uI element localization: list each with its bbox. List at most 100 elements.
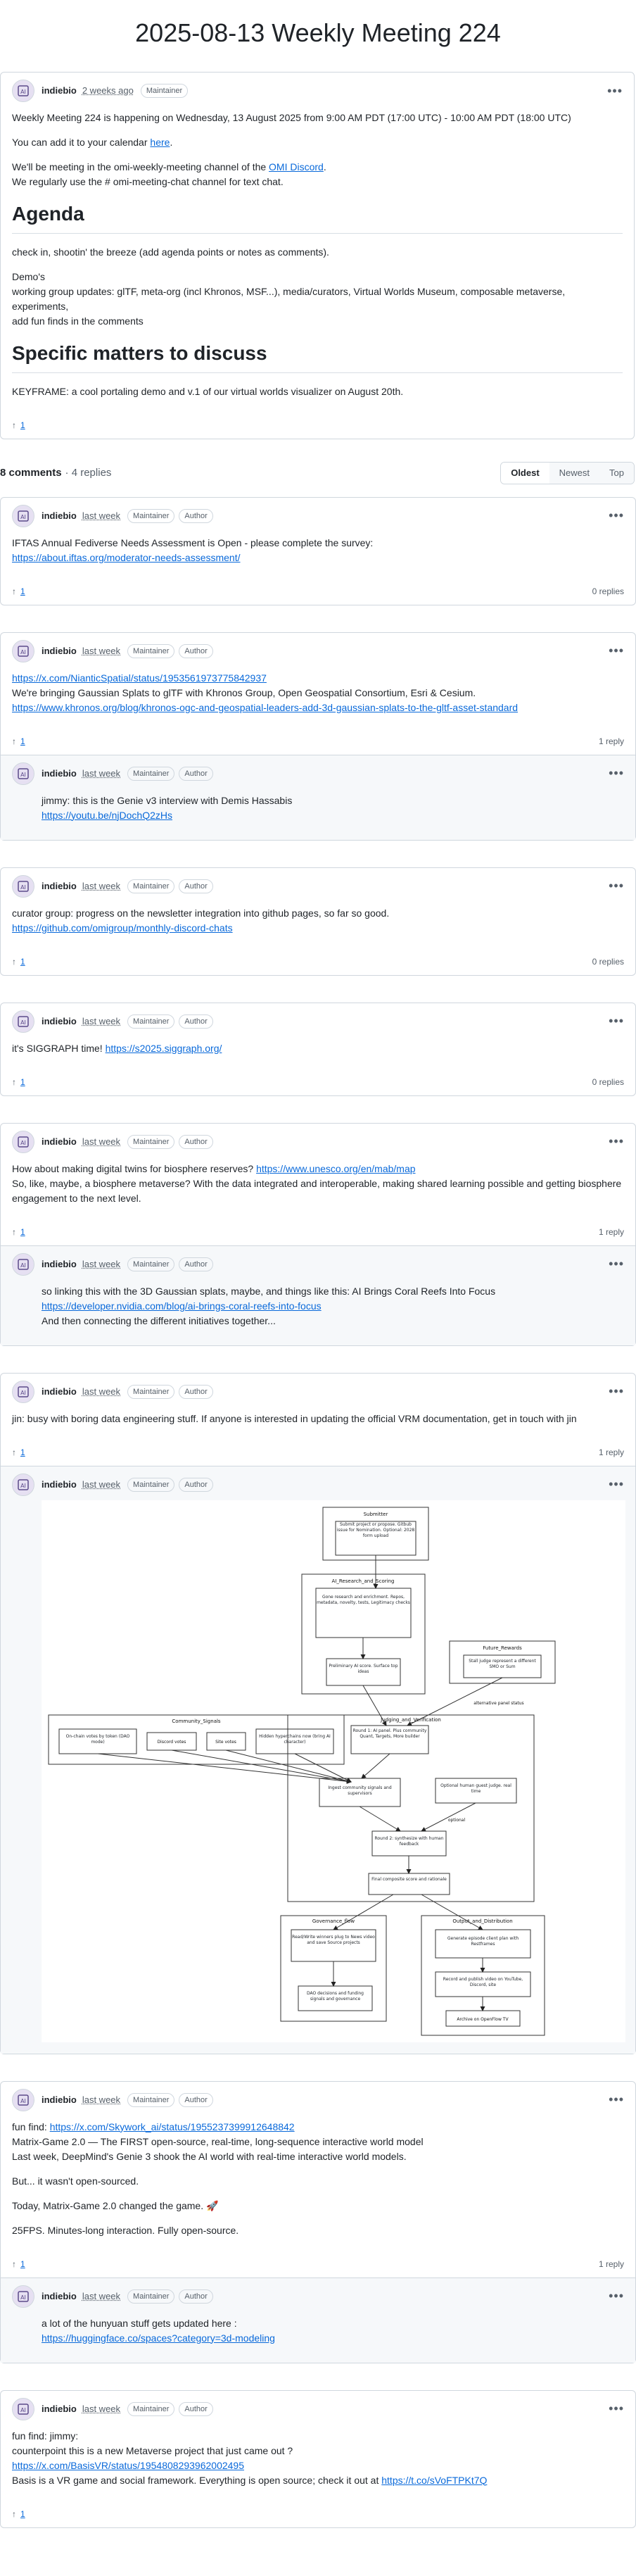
comment-time[interactable]: last week: [82, 879, 120, 893]
nvidia-link[interactable]: https://developer.nvidia.com/blog/ai-bri…: [42, 1300, 322, 1312]
replies-count: 0 replies: [592, 586, 624, 596]
author-name[interactable]: indiebio: [42, 84, 77, 98]
ai-avatar-icon[interactable]: AI: [12, 1252, 34, 1276]
upvote-button[interactable]: ↑ 1: [12, 955, 25, 968]
comment-footer: ↑ 1 1 reply: [1, 1223, 635, 1245]
keyframe-item: KEYFRAME: a cool portaling demo and v.1 …: [12, 386, 404, 397]
comment-time[interactable]: last week: [82, 1385, 120, 1399]
maintainer-badge: Maintainer: [127, 2092, 175, 2107]
author-name[interactable]: indiebio: [42, 1385, 77, 1399]
gov1-text: Read/Write winners plug to News video an…: [292, 1934, 375, 1945]
maintainer-badge: Maintainer: [140, 84, 189, 98]
reply: AI indiebio last week Maintainer Author …: [1, 2277, 635, 2363]
arrow-up-icon: ↑: [12, 2258, 16, 2269]
skywork-link[interactable]: https://x.com/Skywork_ai/status/19552373…: [50, 2121, 295, 2132]
reply-time[interactable]: last week: [82, 767, 120, 781]
comment-body: jin: busy with boring data engineering s…: [12, 1412, 577, 1424]
iftas-link[interactable]: https://about.iftas.org/moderator-needs-…: [12, 552, 241, 563]
basisvr-link[interactable]: https://x.com/BasisVR/status/19548082939…: [12, 2460, 244, 2471]
kebab-horizontal-icon[interactable]: •••: [609, 2399, 624, 2418]
author-name[interactable]: indiebio: [42, 767, 77, 781]
ai-avatar-icon[interactable]: AI: [12, 1380, 34, 1403]
author-name[interactable]: indiebio: [42, 2402, 77, 2416]
upvote-button[interactable]: ↑ 1: [12, 1076, 25, 1088]
kebab-horizontal-icon[interactable]: •••: [607, 82, 623, 101]
author-name[interactable]: indiebio: [42, 1478, 77, 1492]
sort-oldest[interactable]: Oldest: [501, 463, 549, 484]
ai-avatar-icon[interactable]: AI: [12, 762, 34, 785]
basis-tco-link[interactable]: https://t.co/sVoFTPKt7Q: [381, 2475, 487, 2486]
comment-body: curator group: progress on the newslette…: [12, 907, 390, 934]
author-name[interactable]: indiebio: [42, 1257, 77, 1271]
optional-text: Optional human guest judge. real time: [440, 1783, 511, 1794]
niantic-link[interactable]: https://x.com/NianticSpatial/status/1953…: [12, 672, 267, 684]
ai-avatar-icon[interactable]: AI: [12, 1130, 34, 1153]
ai-avatar-icon[interactable]: AI: [12, 2088, 34, 2111]
siggraph-link[interactable]: https://s2025.siggraph.org/: [106, 1043, 222, 1054]
comment-time[interactable]: last week: [82, 1014, 120, 1029]
kebab-horizontal-icon[interactable]: •••: [609, 641, 624, 660]
svg-text:AI: AI: [20, 2407, 26, 2413]
comment-time[interactable]: last week: [82, 509, 120, 523]
kebab-horizontal-icon[interactable]: •••: [609, 877, 624, 896]
author-badge: Author: [179, 2092, 213, 2107]
upvote-button[interactable]: ↑ 1: [12, 585, 25, 598]
github-link[interactable]: https://github.com/omigroup/monthly-disc…: [12, 922, 233, 934]
khronos-link[interactable]: https://www.khronos.org/blog/khronos-ogc…: [12, 702, 518, 713]
comment-time[interactable]: last week: [82, 644, 120, 658]
author-name[interactable]: indiebio: [42, 1014, 77, 1029]
author-badge: Author: [179, 879, 213, 893]
comment-time[interactable]: last week: [82, 1135, 120, 1149]
comment-thread: AI indiebio last week Maintainer Author …: [0, 2080, 636, 2363]
post-time[interactable]: 2 weeks ago: [82, 84, 134, 98]
kebab-horizontal-icon[interactable]: •••: [609, 1475, 624, 1494]
kebab-horizontal-icon[interactable]: •••: [609, 506, 624, 525]
kebab-horizontal-icon[interactable]: •••: [609, 764, 624, 783]
ai-avatar-icon[interactable]: AI: [12, 504, 34, 527]
ai-avatar-icon[interactable]: AI: [12, 1473, 34, 1496]
huggingface-link[interactable]: https://huggingface.co/spaces?category=3…: [42, 2332, 275, 2344]
upvote-button[interactable]: ↑ 1: [12, 1446, 25, 1459]
upvote-button[interactable]: ↑ 1: [12, 1226, 25, 1238]
signal-3-text: Site votes: [215, 1740, 236, 1745]
kebab-horizontal-icon[interactable]: •••: [609, 1132, 624, 1151]
reply-time[interactable]: last week: [82, 1478, 120, 1492]
author-name[interactable]: indiebio: [42, 509, 77, 523]
ai-avatar-icon[interactable]: AI: [12, 1010, 34, 1033]
reply-time[interactable]: last week: [82, 1257, 120, 1271]
omi-discord-link[interactable]: OMI Discord: [269, 161, 324, 172]
author-name[interactable]: indiebio: [42, 2289, 77, 2304]
kebab-horizontal-icon[interactable]: •••: [609, 1382, 624, 1401]
kebab-horizontal-icon[interactable]: •••: [609, 2287, 624, 2306]
upvote-button[interactable]: ↑ 1: [12, 2508, 25, 2520]
reply-header: AI indiebio last week Maintainer Author …: [1, 2278, 635, 2312]
author-name[interactable]: indiebio: [42, 2093, 77, 2107]
author-name[interactable]: indiebio: [42, 1135, 77, 1149]
reply-time[interactable]: last week: [82, 2289, 120, 2304]
svg-text:AI: AI: [20, 1390, 26, 1396]
ai-avatar-icon[interactable]: AI: [12, 639, 34, 662]
youtube-link[interactable]: https://youtu.be/njDochQ2zHs: [42, 810, 172, 821]
ai-avatar-icon[interactable]: AI: [12, 2397, 34, 2420]
reply-header: AI indiebio last week Maintainer Author …: [1, 755, 635, 789]
maintainer-badge: Maintainer: [127, 643, 175, 658]
author-name[interactable]: indiebio: [42, 879, 77, 893]
author-name[interactable]: indiebio: [42, 644, 77, 658]
unesco-link[interactable]: https://www.unesco.org/en/mab/map: [256, 1163, 415, 1174]
kebab-horizontal-icon[interactable]: •••: [609, 1012, 624, 1031]
calendar-link[interactable]: here: [150, 137, 170, 148]
kebab-horizontal-icon[interactable]: •••: [609, 2090, 624, 2109]
kebab-horizontal-icon[interactable]: •••: [609, 1255, 624, 1274]
upvote-button[interactable]: ↑ 1: [12, 419, 25, 432]
reply-body: so linking this with the 3D Gaussian spl…: [42, 1285, 496, 1326]
ai-avatar-icon[interactable]: AI: [12, 2285, 34, 2308]
ingest-text: Ingest community signals and supervisors: [328, 1785, 392, 1796]
sort-newest[interactable]: Newest: [549, 463, 600, 484]
sort-top[interactable]: Top: [599, 463, 634, 484]
comment-time[interactable]: last week: [82, 2093, 120, 2107]
upvote-button[interactable]: ↑ 1: [12, 735, 25, 748]
ai-avatar-icon[interactable]: AI: [12, 874, 34, 898]
comment-time[interactable]: last week: [82, 2402, 120, 2416]
ai-avatar-icon[interactable]: AI: [12, 80, 34, 102]
upvote-button[interactable]: ↑ 1: [12, 2258, 25, 2270]
